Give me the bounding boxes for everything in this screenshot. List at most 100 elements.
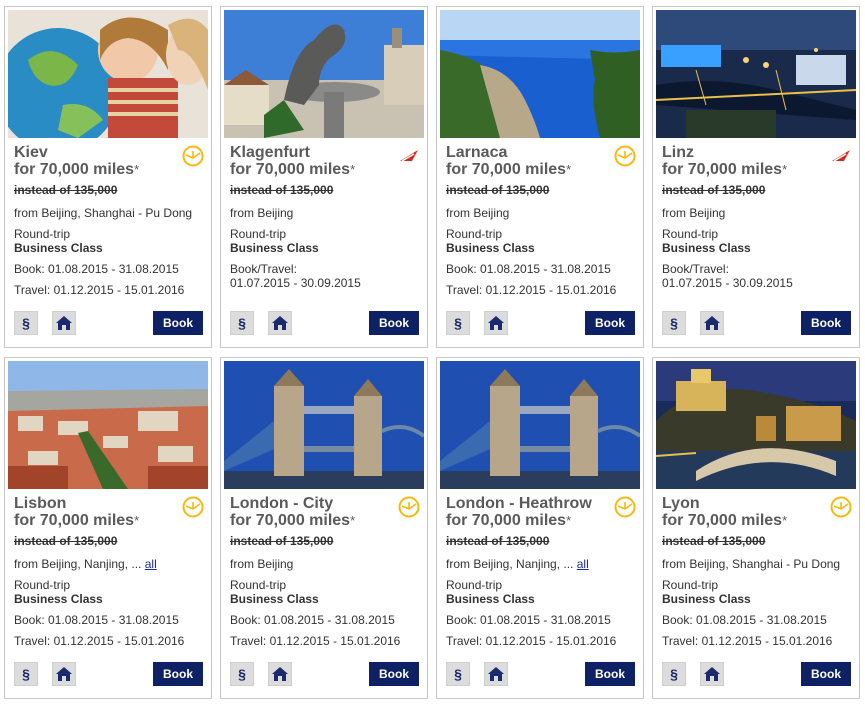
book-button[interactable]: Book [369, 662, 419, 686]
departure-cities: from Beijing, Shanghai - Pu Dong [14, 206, 193, 220]
original-price: instead of 135,000 [446, 534, 550, 548]
home-icon [272, 667, 288, 681]
home-icon [272, 316, 288, 330]
book-button[interactable]: Book [153, 311, 203, 335]
original-price: instead of 135,000 [230, 183, 334, 197]
offer-card-london-heathrow: London - Heathrow for 70,000 miles* inst… [436, 357, 644, 699]
travel-dates: Travel: 01.12.2015 - 15.01.2016 [14, 634, 185, 648]
klagenfurt-photo[interactable] [224, 10, 424, 138]
departure-cities: from Beijing, Nanjing, ... all [14, 557, 157, 571]
city-name: Kiev [14, 144, 48, 161]
lufthansa-logo-icon [614, 145, 636, 167]
home-button[interactable] [700, 311, 724, 335]
home-icon [488, 316, 504, 330]
offer-card-lisbon: Lisbon for 70,000 miles* instead of 135,… [4, 357, 212, 699]
book-travel-dates: Book/Travel: 01.07.2015 - 30.09.2015 [662, 262, 793, 290]
travel-dates: Travel: 01.12.2015 - 15.01.2016 [230, 634, 401, 648]
original-price: instead of 135,000 [446, 183, 550, 197]
austrian-logo-icon [832, 150, 850, 162]
travel-dates: Travel: 01.12.2015 - 15.01.2016 [446, 283, 617, 297]
terms-button[interactable]: § [662, 662, 686, 686]
cabin-class: Business Class [662, 592, 751, 606]
city-name: Lyon [662, 495, 700, 512]
home-button[interactable] [268, 662, 292, 686]
cabin-class: Business Class [14, 241, 103, 255]
home-button[interactable] [52, 662, 76, 686]
book-dates: Book: 01.08.2015 - 31.08.2015 [446, 613, 611, 627]
book-button[interactable]: Book [585, 662, 635, 686]
lyon-photo[interactable] [656, 361, 856, 489]
city-name: Linz [662, 144, 694, 161]
miles-price: for 70,000 miles* [14, 161, 140, 178]
terms-button[interactable]: § [662, 311, 686, 335]
departure-cities: from Beijing [230, 206, 294, 220]
book-button[interactable]: Book [801, 311, 851, 335]
trip-type: Round-trip [662, 227, 719, 241]
travel-dates: Travel: 01.12.2015 - 15.01.2016 [662, 634, 833, 648]
travel-dates: Travel: 01.12.2015 - 15.01.2016 [14, 283, 185, 297]
lufthansa-logo-icon [830, 496, 852, 518]
book-button[interactable]: Book [585, 311, 635, 335]
home-icon [56, 667, 72, 681]
trip-type: Round-trip [14, 578, 71, 592]
home-button[interactable] [484, 662, 508, 686]
book-button[interactable]: Book [153, 662, 203, 686]
city-name: London - City [230, 495, 334, 512]
cabin-class: Business Class [446, 592, 535, 606]
home-icon [56, 316, 72, 330]
miles-price: for 70,000 miles* [662, 512, 788, 529]
home-button[interactable] [484, 311, 508, 335]
home-button[interactable] [52, 311, 76, 335]
trip-type: Round-trip [662, 578, 719, 592]
trip-type: Round-trip [446, 227, 503, 241]
kiev-photo[interactable] [8, 10, 208, 138]
cabin-class: Business Class [446, 241, 535, 255]
offer-card-kiev: Kiev for 70,000 miles* instead of 135,00… [4, 6, 212, 348]
city-name: London - Heathrow [446, 495, 592, 512]
linz-photo[interactable] [656, 10, 856, 138]
book-dates: Book: 01.08.2015 - 31.08.2015 [446, 262, 611, 276]
departure-cities: from Beijing [662, 206, 726, 220]
book-dates: Book: 01.08.2015 - 31.08.2015 [14, 262, 179, 276]
home-icon [704, 667, 720, 681]
departure-cities: from Beijing, Shanghai - Pu Dong [662, 557, 841, 571]
all-cities-link[interactable]: all [577, 557, 589, 571]
book-dates: Book: 01.08.2015 - 31.08.2015 [662, 613, 827, 627]
terms-button[interactable]: § [446, 311, 470, 335]
trip-type: Round-trip [230, 227, 287, 241]
lisbon-photo[interactable] [8, 361, 208, 489]
home-button[interactable] [700, 662, 724, 686]
trip-type: Round-trip [230, 578, 287, 592]
offer-card-linz: Linz for 70,000 miles* instead of 135,00… [652, 6, 860, 348]
london-city-photo[interactable] [224, 361, 424, 489]
home-button[interactable] [268, 311, 292, 335]
terms-button[interactable]: § [230, 311, 254, 335]
book-button[interactable]: Book [369, 311, 419, 335]
trip-type: Round-trip [14, 227, 71, 241]
departure-cities: from Beijing [230, 557, 294, 571]
departure-cities: from Beijing [446, 206, 510, 220]
offer-grid: Kiev for 70,000 miles* instead of 135,00… [0, 0, 865, 705]
terms-button[interactable]: § [14, 311, 38, 335]
miles-price: for 70,000 miles* [14, 512, 140, 529]
original-price: instead of 135,000 [662, 534, 766, 548]
original-price: instead of 135,000 [14, 534, 118, 548]
offer-card-lyon: Lyon for 70,000 miles* instead of 135,00… [652, 357, 860, 699]
miles-price: for 70,000 miles* [230, 161, 356, 178]
terms-button[interactable]: § [14, 662, 38, 686]
london-heathrow-photo[interactable] [440, 361, 640, 489]
original-price: instead of 135,000 [662, 183, 766, 197]
miles-price: for 70,000 miles* [662, 161, 788, 178]
book-button[interactable]: Book [801, 662, 851, 686]
larnaca-photo[interactable] [440, 10, 640, 138]
all-cities-link[interactable]: all [145, 557, 157, 571]
miles-price: for 70,000 miles* [446, 161, 572, 178]
terms-button[interactable]: § [230, 662, 254, 686]
miles-price: for 70,000 miles* [446, 512, 572, 529]
offer-card-london-city: London - City for 70,000 miles* instead … [220, 357, 428, 699]
terms-button[interactable]: § [446, 662, 470, 686]
cabin-class: Business Class [662, 241, 751, 255]
book-dates: Book: 01.08.2015 - 31.08.2015 [14, 613, 179, 627]
trip-type: Round-trip [446, 578, 503, 592]
original-price: instead of 135,000 [230, 534, 334, 548]
